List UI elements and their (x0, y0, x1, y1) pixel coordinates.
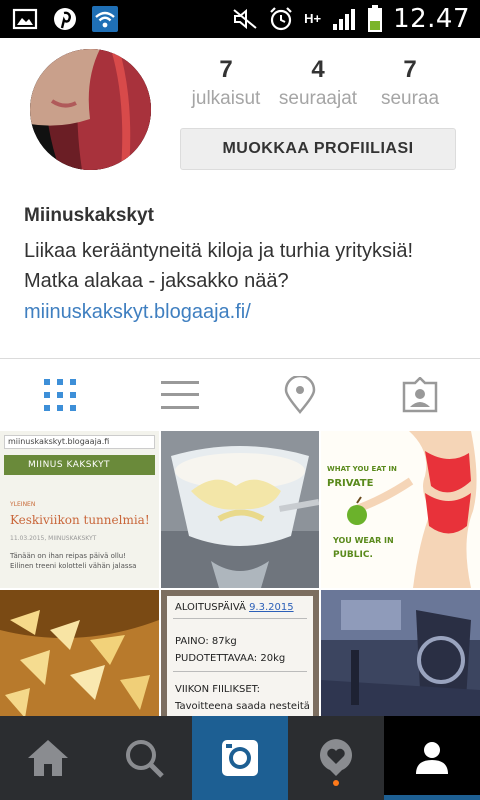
activity-icon (320, 739, 352, 776)
tab-grid-view[interactable] (0, 359, 120, 431)
food-photo (161, 431, 319, 588)
signal-icon (333, 9, 356, 30)
profile-bio: Liikaa kerääntyneitä kiloja ja turhia yr… (24, 240, 414, 292)
network-type-label: H+ (304, 11, 322, 26)
note-start: ALOITUSPÄIVÄ 9.3.2015 (175, 602, 294, 613)
food-photo (0, 590, 159, 716)
stat-posts[interactable]: 7 julkaisut (180, 54, 272, 112)
pinterest-icon (54, 8, 76, 30)
profile-stats: 7 julkaisut 4 seuraajat 7 seuraa (180, 54, 456, 112)
photo-thumbnail[interactable] (0, 590, 159, 716)
camera-icon (222, 740, 258, 776)
note-start-label: ALOITUSPÄIVÄ (175, 602, 246, 613)
caption-line: WHAT YOU EAT IN (327, 465, 397, 473)
profile-view-tabs (0, 359, 480, 431)
nav-camera[interactable] (192, 716, 288, 800)
gym-photo (321, 590, 480, 716)
stat-value: 7 (219, 56, 233, 83)
search-icon (126, 740, 164, 778)
note-divider (173, 618, 307, 619)
nav-profile[interactable] (384, 716, 480, 800)
profile-icon (416, 742, 448, 774)
nav-home[interactable] (0, 716, 96, 800)
list-view-icon (161, 381, 199, 409)
stat-followers[interactable]: 4 seuraajat (272, 54, 364, 112)
post-excerpt: Tänään on ihan reipas päivä ollu! Eiline… (10, 552, 137, 570)
note-card: ALOITUSPÄIVÄ 9.3.2015 PAINO: 87kg PUDOTE… (167, 596, 313, 716)
battery-icon (368, 5, 383, 32)
gallery-icon (12, 8, 38, 30)
grid-view-icon (44, 379, 76, 411)
wifi-icon (92, 6, 118, 32)
note-start-date: 9.3.2015 (249, 602, 294, 613)
caption-line: PRIVATE (327, 478, 374, 489)
note-weight: PAINO: 87kg (175, 636, 237, 647)
clock: 12.47 (393, 4, 470, 34)
stat-value: 7 (403, 56, 417, 83)
blog-header: MIINUS KAKSKYT (4, 455, 155, 475)
bottom-navigation (0, 716, 480, 800)
photo-thumbnail[interactable]: ALOITUSPÄIVÄ 9.3.2015 PAINO: 87kg PUDOTE… (161, 590, 319, 716)
caption-line: YOU WEAR IN (333, 536, 394, 545)
browser-url: miinuskakskyt.blogaaja.fi (4, 435, 155, 449)
alarm-icon (270, 7, 292, 31)
profile-username: Miinuskakskyt (24, 205, 154, 226)
post-category: YLEINEN (10, 501, 36, 508)
photo-thumbnail[interactable] (161, 431, 319, 588)
note-goal: Tavoitteena saada nesteitä (175, 701, 310, 712)
tagged-photos-icon (402, 377, 438, 413)
stat-value: 4 (311, 56, 325, 83)
note-divider (173, 671, 307, 672)
stat-label: seuraajat (278, 88, 358, 109)
nav-activity[interactable] (288, 716, 384, 800)
post-title: Keskiviikon tunnelmia! (10, 513, 150, 527)
note-week-label: VIIKON FIILIKSET: (175, 684, 261, 695)
status-bar: H+ 12.47 (0, 0, 480, 38)
location-pin-icon (284, 376, 316, 414)
notification-dot (333, 780, 339, 786)
photo-grid: miinuskakskyt.blogaaja.fi MIINUS KAKSKYT… (0, 431, 480, 716)
mute-icon (233, 8, 257, 30)
tab-list-view[interactable] (120, 359, 240, 431)
illustration (321, 431, 480, 588)
home-icon (28, 740, 68, 776)
nav-search[interactable] (96, 716, 192, 800)
photo-thumbnail[interactable]: WHAT YOU EAT IN PRIVATE YOU WEAR IN PUBL… (321, 431, 480, 588)
avatar[interactable] (30, 49, 151, 170)
tab-tagged[interactable] (360, 359, 480, 431)
stat-following[interactable]: 7 seuraa (364, 54, 456, 112)
stat-label: julkaisut (191, 88, 261, 109)
photo-thumbnail[interactable] (321, 590, 480, 716)
post-date: 11.03.2015, MIINUSKAKSKYT (10, 535, 97, 542)
edit-profile-button[interactable]: MUOKKAA PROFIILIASI (180, 128, 456, 170)
profile-website-link[interactable]: miinuskakskyt.blogaaja.fi/ (24, 301, 251, 324)
photo-thumbnail[interactable]: miinuskakskyt.blogaaja.fi MIINUS KAKSKYT… (0, 431, 159, 588)
note-to-lose: PUDOTETTAVAA: 20kg (175, 653, 286, 664)
tab-location[interactable] (240, 359, 360, 431)
avatar-image (30, 49, 151, 170)
caption-line: PUBLIC. (333, 550, 373, 560)
stat-label: seuraa (380, 88, 440, 109)
